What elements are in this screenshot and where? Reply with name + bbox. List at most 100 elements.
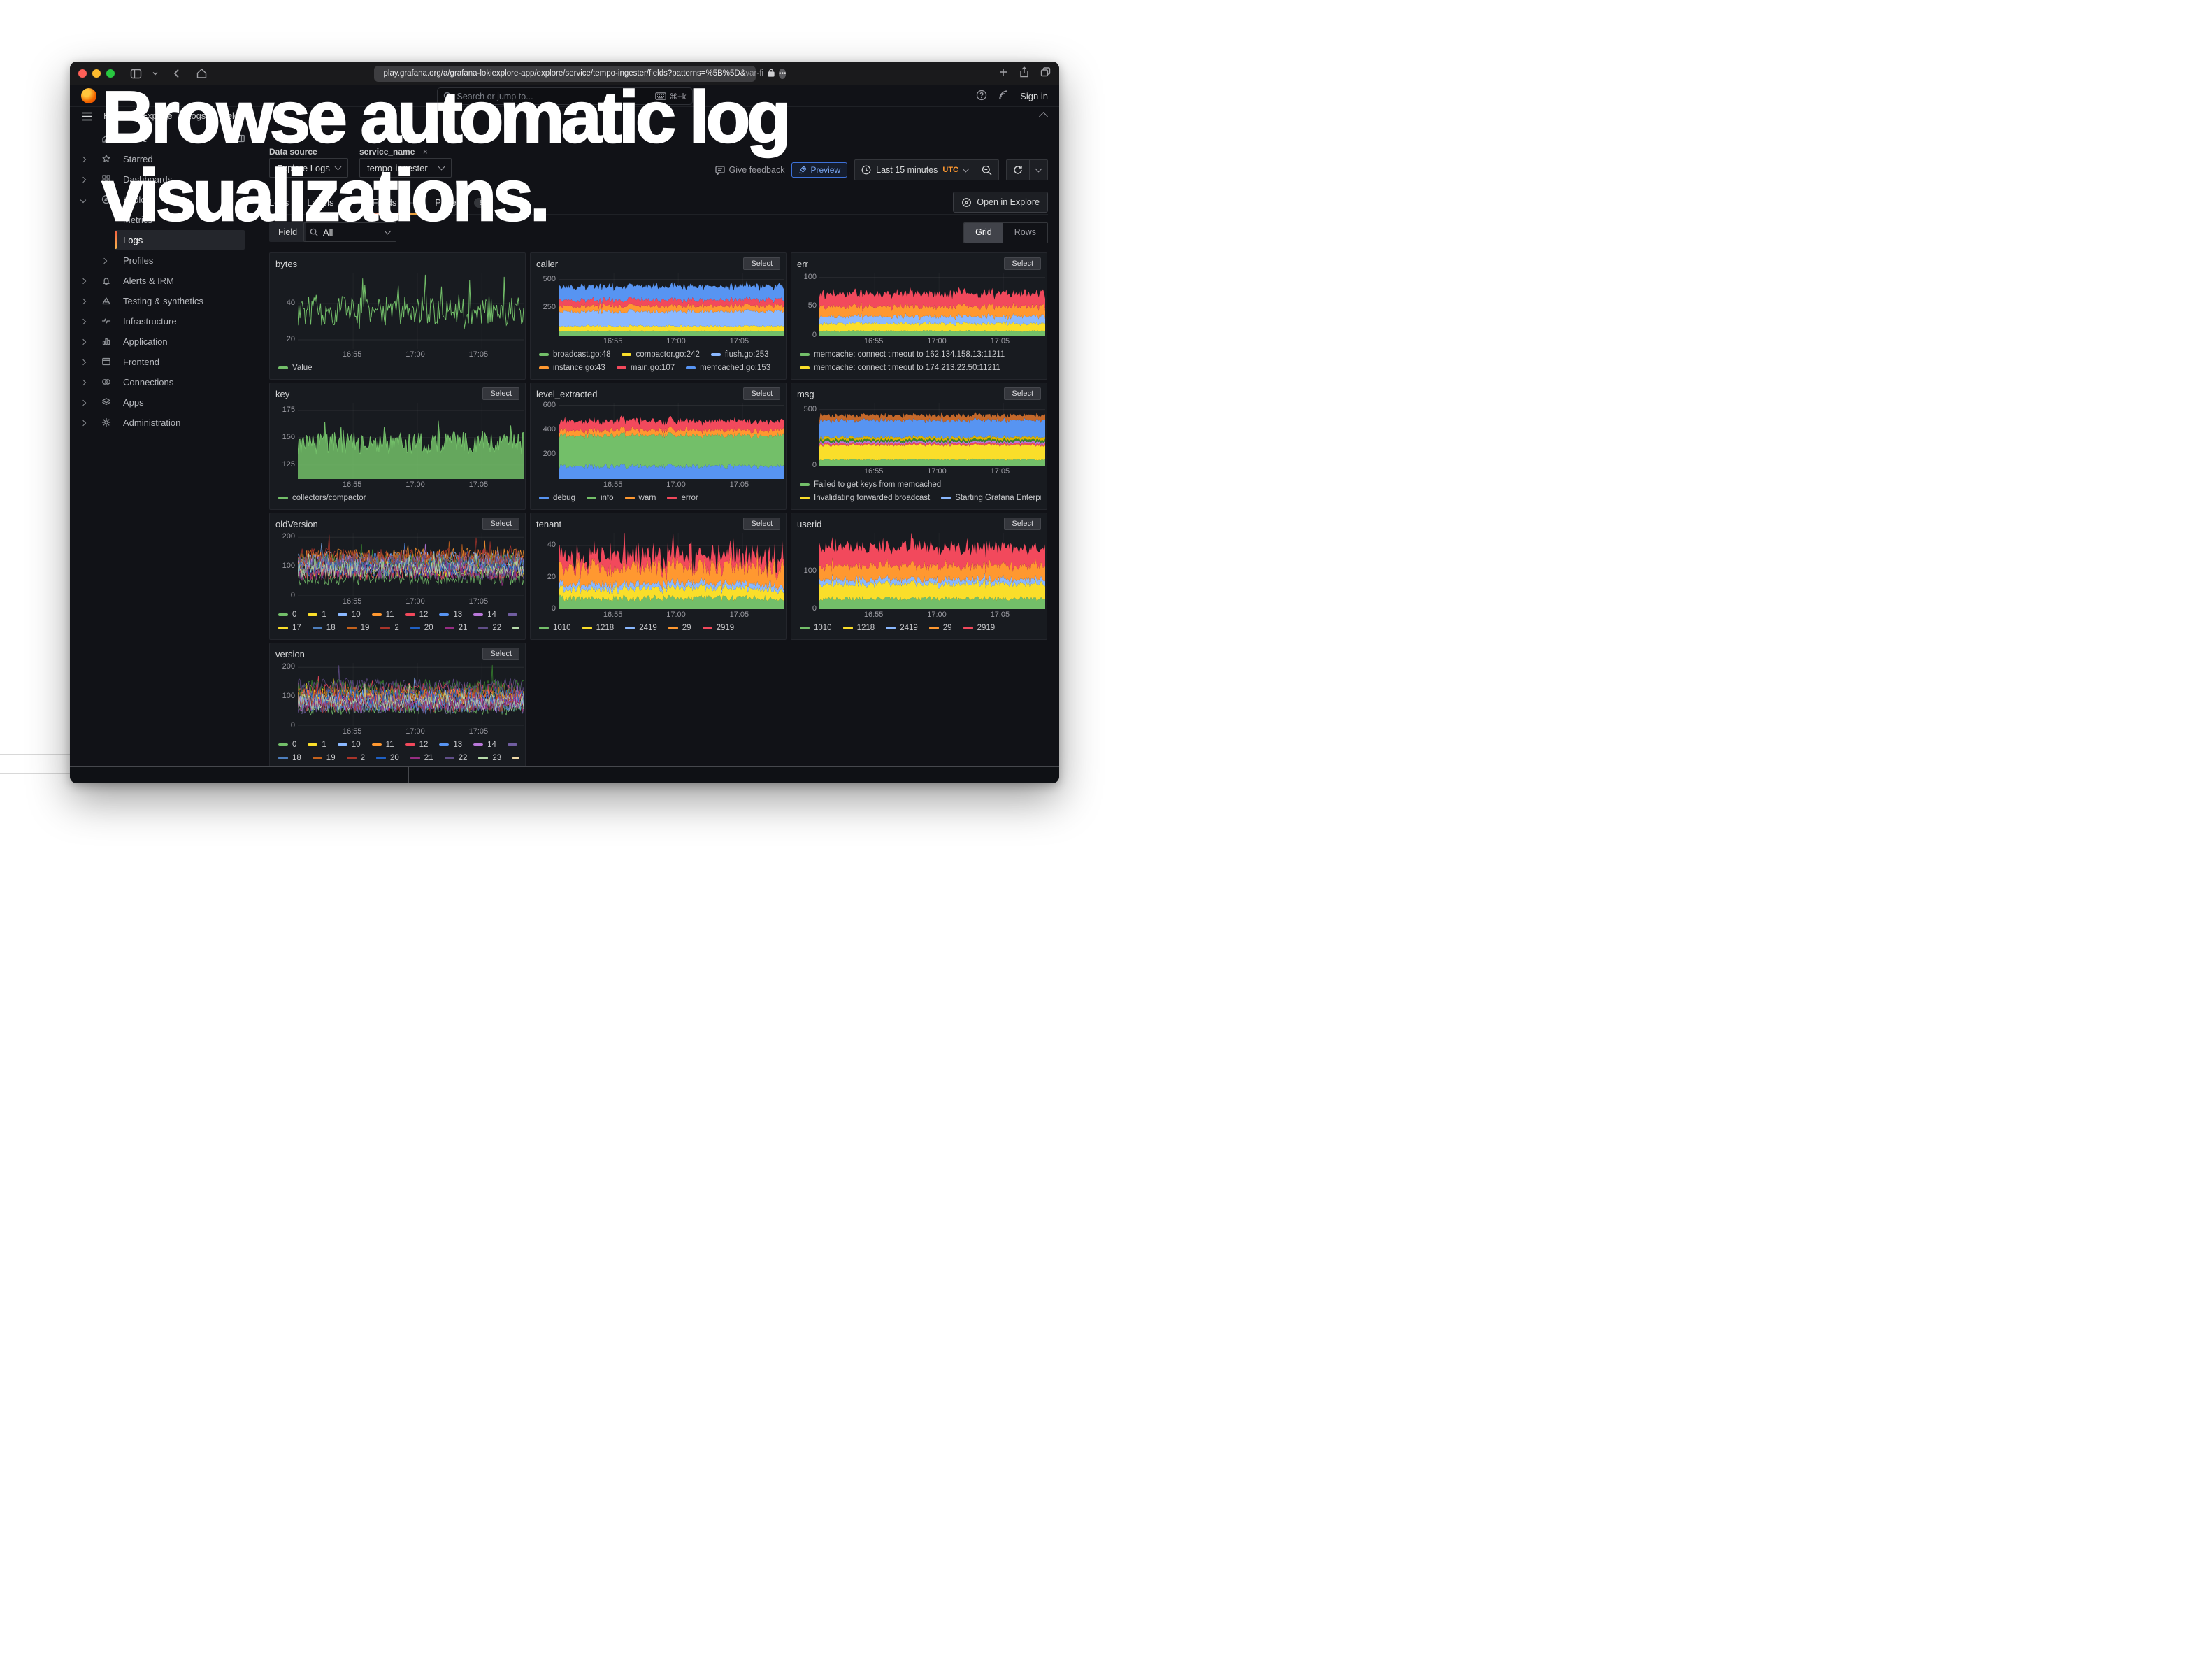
legend-item[interactable]: memcache: connect timeout to 174.213.22.…: [800, 364, 1000, 372]
legend-item[interactable]: 23: [478, 754, 501, 762]
legend-item[interactable]: 20: [410, 624, 433, 632]
legend-item[interactable]: 2: [347, 754, 365, 762]
share-icon[interactable]: [1019, 66, 1029, 81]
chevron-down-icon[interactable]: [152, 70, 159, 77]
minimize-window-button[interactable]: [92, 69, 101, 78]
sidebar-item-application[interactable]: Application: [70, 331, 259, 352]
legend-item[interactable]: 1218: [582, 624, 615, 632]
new-tab-icon[interactable]: [998, 67, 1008, 80]
legend-item[interactable]: 24: [512, 754, 519, 762]
legend-item[interactable]: 21: [445, 624, 468, 632]
legend-item[interactable]: 10: [338, 741, 361, 749]
chevron-right-icon[interactable]: [80, 299, 86, 304]
help-icon[interactable]: [976, 90, 987, 103]
legend-item[interactable]: 2419: [625, 624, 657, 632]
legend-item[interactable]: 19: [313, 754, 336, 762]
select-button[interactable]: Select: [482, 648, 519, 660]
select-button[interactable]: Select: [1004, 387, 1041, 400]
legend-item[interactable]: 2: [380, 624, 398, 632]
sidebar-item-alerts-irm[interactable]: Alerts & IRM: [70, 271, 259, 291]
chevron-right-icon[interactable]: [80, 157, 86, 162]
legend-item[interactable]: 0: [278, 741, 296, 749]
sign-in-link[interactable]: Sign in: [1020, 91, 1048, 101]
chevron-down-icon[interactable]: [80, 197, 86, 203]
legend-item[interactable]: 22: [478, 624, 501, 632]
sidebar-item-profiles[interactable]: Profiles: [70, 250, 259, 271]
legend-item[interactable]: 18: [313, 624, 336, 632]
chevron-right-icon[interactable]: [80, 420, 86, 426]
select-button[interactable]: Select: [482, 387, 519, 400]
chevron-right-icon[interactable]: [80, 400, 86, 406]
legend-item[interactable]: Invalidating forwarded broadcast: [800, 494, 930, 502]
view-toggle-rows[interactable]: Rows: [1003, 223, 1047, 243]
legend-item[interactable]: flush.go:253: [711, 350, 769, 359]
legend-item[interactable]: 1: [308, 741, 326, 749]
select-button[interactable]: Select: [482, 518, 519, 530]
chevron-right-icon[interactable]: [80, 339, 86, 345]
legend-item[interactable]: 12: [405, 741, 429, 749]
view-toggle-grid[interactable]: Grid: [964, 223, 1003, 243]
legend-item[interactable]: Failed to get keys from memcached: [800, 480, 941, 489]
menu-icon[interactable]: [81, 112, 92, 124]
legend-item[interactable]: 14: [473, 741, 496, 749]
chevron-right-icon[interactable]: [80, 278, 86, 284]
legend-item[interactable]: 0: [278, 611, 296, 619]
legend-item[interactable]: 14: [473, 611, 496, 619]
legend-item[interactable]: compactor.go:242: [622, 350, 699, 359]
close-window-button[interactable]: [78, 69, 87, 78]
open-in-explore-button[interactable]: Open in Explore: [953, 192, 1048, 213]
legend-item[interactable]: 11: [372, 611, 394, 619]
legend-item[interactable]: 19: [347, 624, 370, 632]
legend-item[interactable]: instance.go:43: [539, 364, 605, 372]
chevron-right-icon[interactable]: [80, 177, 86, 183]
select-button[interactable]: Select: [1004, 518, 1041, 530]
legend-item[interactable]: 1218: [843, 624, 875, 632]
legend-item[interactable]: 11: [372, 741, 394, 749]
legend-item[interactable]: 15: [508, 741, 519, 749]
legend-item[interactable]: 13: [439, 611, 462, 619]
legend-item[interactable]: info: [587, 494, 614, 502]
legend-item[interactable]: 2419: [886, 624, 918, 632]
legend-item[interactable]: 18: [278, 754, 301, 762]
sidebar-item-frontend[interactable]: Frontend: [70, 352, 259, 372]
zoom-out-button[interactable]: [975, 159, 999, 180]
legend-item[interactable]: main.go:107: [617, 364, 675, 372]
legend-item[interactable]: 2919: [963, 624, 996, 632]
news-rss-icon[interactable]: [998, 90, 1009, 102]
refresh-button[interactable]: [1006, 159, 1030, 180]
chevron-right-icon[interactable]: [80, 319, 86, 324]
legend-item[interactable]: 1010: [800, 624, 832, 632]
legend-item[interactable]: 29: [668, 624, 691, 632]
legend-item[interactable]: memcache: connect timeout to 162.134.158…: [800, 350, 1005, 359]
time-range-picker[interactable]: Last 15 minutes UTC: [854, 159, 975, 180]
legend-item[interactable]: 1: [308, 611, 326, 619]
legend-item[interactable]: 2919: [703, 624, 735, 632]
refresh-interval-select[interactable]: [1030, 159, 1048, 180]
select-button[interactable]: Select: [743, 257, 780, 270]
legend-item[interactable]: memcached.go:153: [686, 364, 770, 372]
sidebar-item-infrastructure[interactable]: Infrastructure: [70, 311, 259, 331]
sidebar-item-apps[interactable]: Apps: [70, 392, 259, 413]
select-button[interactable]: Select: [743, 518, 780, 530]
legend-item[interactable]: 10: [338, 611, 361, 619]
legend-item[interactable]: debug: [539, 494, 575, 502]
chevron-right-icon[interactable]: [80, 380, 86, 385]
legend-item[interactable]: 12: [405, 611, 429, 619]
chevron-right-icon[interactable]: [101, 258, 107, 264]
select-button[interactable]: Select: [743, 387, 780, 400]
legend-item[interactable]: Starting Grafana Enterpri: [941, 494, 1041, 502]
view-toggle[interactable]: Grid Rows: [963, 222, 1048, 243]
legend-item[interactable]: 21: [410, 754, 433, 762]
sidebar-item-administration[interactable]: Administration: [70, 413, 259, 433]
select-button[interactable]: Select: [1004, 257, 1041, 270]
legend-item[interactable]: warn: [625, 494, 656, 502]
legend-item[interactable]: 20: [376, 754, 399, 762]
legend-item[interactable]: broadcast.go:48: [539, 350, 610, 359]
legend-item[interactable]: error: [667, 494, 698, 502]
tabs-overview-icon[interactable]: [1040, 67, 1051, 80]
legend-item[interactable]: 29: [929, 624, 952, 632]
legend-item[interactable]: 15: [508, 611, 519, 619]
legend-item[interactable]: 22: [445, 754, 468, 762]
sidebar-item-connections[interactable]: Connections: [70, 372, 259, 392]
legend-item[interactable]: 17: [278, 624, 301, 632]
